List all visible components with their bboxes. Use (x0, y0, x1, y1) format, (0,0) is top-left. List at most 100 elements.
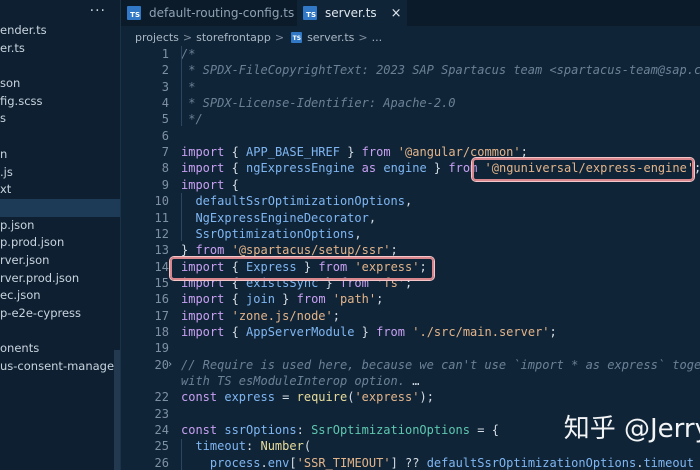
code-editor[interactable]: 1 2 3 4 5 6 7 8 9 10 11 12 13 14 15 16 17 18 19 20 22 23 24 25 2… (121, 46, 700, 470)
typescript-file-icon: TS (291, 31, 303, 43)
file-tree-item[interactable]: fig.scss (0, 93, 120, 111)
file-tree-item[interactable]: er.ts (0, 40, 120, 58)
typescript-file-icon: TS (303, 6, 317, 20)
file-tree-item[interactable]: onents (0, 340, 120, 358)
code-token: // Require is used here, because we can'… (181, 357, 700, 372)
indent-guide (181, 46, 182, 126)
close-icon[interactable]: × (391, 6, 402, 21)
code-token: as (361, 161, 377, 176)
line-number: 13 (154, 243, 169, 258)
breadcrumb-storefrontapp[interactable]: storefrontapp (196, 31, 271, 44)
breadcrumb-symbol[interactable]: ... (372, 31, 383, 44)
code-token: * (181, 79, 196, 94)
line-number: 19 (154, 341, 169, 356)
line-number: 1 (161, 47, 169, 61)
chevron-right-icon: > (274, 30, 285, 44)
typescript-file-icon: TS (127, 6, 141, 20)
file-tree-item[interactable] (0, 57, 120, 75)
code-token: ssrOptions (224, 423, 297, 438)
code-line: } from '@spartacus/setup/ssr'; (181, 243, 398, 257)
code-line: */ (181, 112, 203, 127)
line-number: 9 (161, 177, 169, 192)
tab-server-ts[interactable]: TS server.ts × (297, 0, 407, 26)
code-line: defaultSsrOptimizationOptions, (181, 194, 412, 208)
code-token: * SPDX-FileCopyrightText: 2023 SAP Spart… (181, 63, 700, 78)
file-tree-item[interactable]: p.json (0, 217, 120, 235)
breadcrumb-projects[interactable]: projects (135, 31, 179, 44)
file-tree-item[interactable]: us-consent-managem... (0, 358, 120, 376)
file-tree-item[interactable]: son (0, 75, 120, 93)
file-tree-item[interactable]: s (0, 110, 120, 128)
tab-label: default-routing-config.ts (149, 6, 295, 20)
file-tree-item[interactable] (0, 376, 120, 394)
code-token: ); (419, 390, 434, 405)
code-token: , (368, 210, 377, 225)
file-tree-item[interactable]: p-e2e-cypress (0, 305, 120, 323)
file-tree-item[interactable]: .js (0, 164, 120, 182)
file-tree-item[interactable] (0, 198, 120, 217)
line-number: 5 (161, 112, 169, 127)
file-tree-item[interactable]: xt (0, 181, 120, 199)
line-number: 23 (154, 406, 169, 421)
code-token: import (181, 177, 225, 192)
file-tree-item[interactable]: ender.ts (0, 22, 120, 40)
code-token: 'path' (332, 292, 377, 307)
line-number: 6 (161, 128, 169, 143)
code-token: '@spartacus/setup/ssr' (231, 243, 391, 258)
code-token: , (354, 226, 362, 241)
code-token: * SPDX-License-Identifier: Apache-2.0 (181, 96, 456, 111)
breadcrumb-server-ts[interactable]: server.ts (307, 31, 354, 44)
code-token: : (246, 439, 261, 454)
line-number: 8 (161, 161, 169, 176)
file-tree-item[interactable]: rver.prod.json (0, 270, 120, 288)
code-token: import (181, 324, 225, 339)
code-token: SsrOptimizationOptions (311, 423, 471, 438)
code-token: { (224, 145, 247, 160)
code-token: } (274, 292, 297, 307)
code-token: env (267, 455, 290, 470)
code-token: const (181, 423, 218, 438)
code-token: engine (383, 161, 427, 176)
code-token: /* (181, 47, 196, 61)
highlight-box-express-engine (472, 158, 694, 181)
line-number: 12 (154, 226, 169, 241)
line-number: 24 (154, 423, 169, 438)
file-tree-item[interactable]: ec.json (0, 287, 120, 305)
file-tree-item[interactable]: n (0, 146, 120, 164)
fold-chevron-icon[interactable]: › (167, 359, 173, 370)
code-line: process.env['SSR_TIMEOUT'] ?? defaultSsr… (181, 456, 694, 470)
line-number: 16 (154, 292, 169, 307)
code-token: join (246, 292, 275, 307)
code-token: const (181, 390, 218, 405)
file-tree-item[interactable] (0, 323, 120, 341)
sidebar-scrollbar[interactable] (114, 350, 120, 470)
code-token: 'SSR_TIMEOUT' (296, 455, 391, 470)
more-actions-icon[interactable]: ··· (90, 3, 106, 19)
code-token: SsrOptimizationOptions (195, 226, 355, 241)
file-tree-item[interactable]: rver.json (0, 252, 120, 270)
chevron-right-icon: > (358, 30, 368, 44)
code-token: */ (181, 112, 203, 127)
file-tree-item[interactable] (0, 128, 120, 146)
line-number: 3 (161, 79, 169, 94)
code-token: = (274, 390, 297, 405)
indent-guide (181, 439, 182, 470)
highlight-box-express-import (170, 257, 434, 280)
tab-default-routing-config[interactable]: TS default-routing-config.ts (121, 0, 296, 26)
code-token: from (376, 324, 406, 339)
code-token: } (339, 145, 362, 160)
code-line: /* (181, 47, 195, 61)
file-tree-item[interactable]: p.prod.json (0, 234, 120, 252)
code-token: Number (260, 439, 304, 454)
code-token: process (209, 455, 261, 470)
line-number: 22 (154, 390, 169, 405)
line-number: 17 (154, 308, 169, 323)
tab-bar: TS default-routing-config.ts TS server.t… (121, 0, 700, 26)
